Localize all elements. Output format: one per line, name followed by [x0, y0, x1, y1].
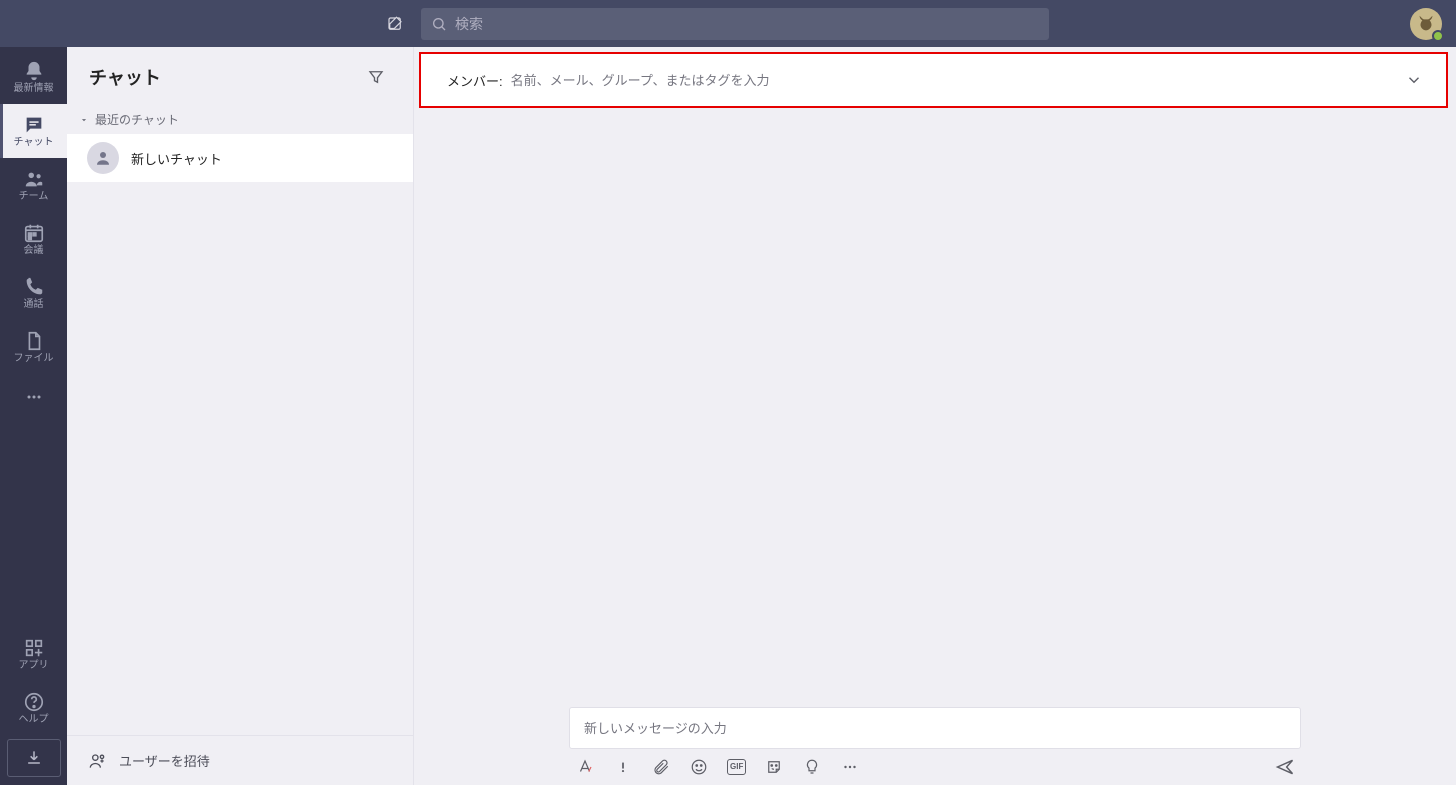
- titlebar-right: [1410, 8, 1442, 40]
- praise-button[interactable]: [802, 757, 822, 777]
- person-icon: [94, 149, 112, 167]
- attach-button[interactable]: [651, 757, 671, 777]
- rail-apps-label: アプリ: [19, 661, 49, 671]
- members-expand-button[interactable]: [1400, 66, 1428, 94]
- more-icon: [841, 758, 859, 776]
- rail-calendar[interactable]: 会議: [0, 212, 67, 266]
- sticker-icon: [765, 758, 783, 776]
- chat-list-item[interactable]: 新しいチャット: [67, 134, 413, 182]
- calendar-icon: [23, 222, 45, 244]
- chevron-down-icon: [1405, 71, 1423, 89]
- recent-section-header[interactable]: 最近のチャット: [67, 107, 413, 134]
- compose-toolbar: GIF: [569, 757, 1301, 777]
- rail-teams-label: チーム: [19, 192, 49, 202]
- rail-activity-label: 最新情報: [14, 84, 54, 94]
- chat-item-name: 新しいチャット: [131, 149, 222, 168]
- more-icon: [24, 387, 44, 407]
- presence-indicator: [1432, 30, 1444, 42]
- rail-download-button[interactable]: [7, 739, 61, 777]
- phone-icon: [23, 276, 45, 298]
- priority-button[interactable]: [613, 757, 633, 777]
- chevron-down-icon: [79, 115, 89, 125]
- chat-canvas: [414, 108, 1456, 707]
- main-panel: メンバー:: [414, 47, 1456, 785]
- invite-users-label: ユーザーを招待: [119, 751, 210, 770]
- emoji-icon: [690, 758, 708, 776]
- send-icon: [1275, 757, 1295, 777]
- rail-calls-label: 通話: [24, 300, 44, 310]
- help-icon: [23, 691, 45, 713]
- rail-help[interactable]: ヘルプ: [0, 681, 67, 735]
- chat-item-avatar: [87, 142, 119, 174]
- rail-apps[interactable]: アプリ: [0, 627, 67, 681]
- rail-activity[interactable]: 最新情報: [0, 50, 67, 104]
- rail-more[interactable]: [0, 374, 67, 420]
- exclamation-icon: [616, 758, 630, 776]
- search-bar[interactable]: [421, 8, 1049, 40]
- lightbulb-icon: [803, 758, 821, 776]
- chat-list-title: チャット: [89, 64, 361, 90]
- app-rail: 最新情報 チャット チーム 会議 通話 ファイル: [0, 47, 67, 785]
- chat-icon: [23, 114, 45, 136]
- search-icon: [431, 16, 447, 32]
- gif-button[interactable]: GIF: [727, 759, 746, 775]
- rail-chat-label: チャット: [14, 138, 54, 148]
- rail-files-label: ファイル: [14, 354, 54, 364]
- search-input[interactable]: [455, 16, 1039, 32]
- members-bar: メンバー:: [419, 52, 1448, 108]
- format-icon: [576, 758, 594, 776]
- compose-box[interactable]: [569, 707, 1301, 749]
- rail-teams[interactable]: チーム: [0, 158, 67, 212]
- compose-area: GIF: [414, 707, 1456, 785]
- file-icon: [23, 330, 45, 352]
- sticker-button[interactable]: [764, 757, 784, 777]
- send-button[interactable]: [1275, 757, 1295, 777]
- compose-more-button[interactable]: [840, 757, 860, 777]
- paperclip-icon: [652, 758, 670, 776]
- title-bar: [0, 0, 1456, 47]
- chat-list-header: チャット: [67, 47, 413, 107]
- filter-icon: [367, 68, 385, 86]
- format-button[interactable]: [575, 757, 595, 777]
- rail-calendar-label: 会議: [24, 246, 44, 256]
- teams-icon: [23, 168, 45, 190]
- chat-list-panel: チャット 最近のチャット 新しいチャット ユーザーを招待: [67, 47, 414, 785]
- rail-files[interactable]: ファイル: [0, 320, 67, 374]
- recent-section-label: 最近のチャット: [95, 111, 179, 128]
- bell-icon: [23, 60, 45, 82]
- filter-button[interactable]: [361, 62, 391, 92]
- members-input[interactable]: [511, 73, 1392, 88]
- rail-chat[interactable]: チャット: [0, 104, 67, 158]
- rail-help-label: ヘルプ: [19, 715, 49, 725]
- emoji-button[interactable]: [689, 757, 709, 777]
- compose-input[interactable]: [584, 721, 1286, 736]
- invite-users-button[interactable]: ユーザーを招待: [67, 735, 413, 785]
- download-icon: [24, 748, 44, 768]
- rail-calls[interactable]: 通話: [0, 266, 67, 320]
- apps-icon: [23, 637, 45, 659]
- profile-avatar-button[interactable]: [1410, 8, 1442, 40]
- invite-icon: [87, 751, 107, 771]
- new-chat-button[interactable]: [379, 8, 411, 40]
- members-label: メンバー:: [447, 71, 503, 90]
